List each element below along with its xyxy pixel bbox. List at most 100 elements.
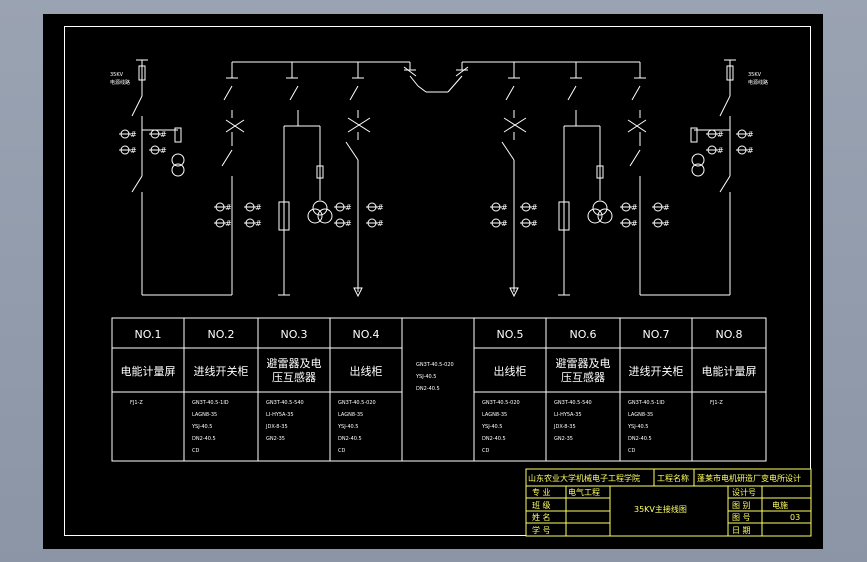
- ct-mark-icon: #: [717, 130, 724, 139]
- equipment-spec: FJ1-Z: [130, 400, 143, 406]
- equipment-spec: DN2-40.5: [628, 436, 652, 442]
- drawing-title: 35KV主接线图: [634, 504, 687, 514]
- right-incoming-breaker: [627, 77, 730, 296]
- equipment-spec: LI-HY5A-35: [266, 412, 294, 418]
- ct-mark-icon: #: [663, 219, 670, 228]
- equipment-spec: GN2-35: [554, 436, 573, 442]
- class-label: 班 级: [532, 500, 551, 510]
- cabinet-number: NO.3: [281, 328, 308, 341]
- design-no-label: 设计号: [732, 487, 756, 497]
- cabinet-name: 压互感器: [561, 371, 605, 384]
- bus-tie-disconnector: [403, 66, 469, 93]
- category-label: 图 别: [732, 501, 751, 510]
- ct-mark-icon: #: [130, 130, 137, 139]
- equipment-spec: LAGN8-35: [628, 412, 653, 418]
- equipment-spec: CD: [628, 448, 635, 454]
- equipment-spec: CD: [338, 448, 345, 454]
- equipment-spec: LAGN8-35: [192, 412, 217, 418]
- busbar: [231, 61, 641, 78]
- equipment-spec: JDX-8-35: [553, 424, 576, 430]
- category-value: 电施: [772, 500, 788, 510]
- ct-mark-icon: #: [747, 146, 754, 155]
- equipment-spec: GN3T-40.5-1ID: [628, 400, 665, 406]
- equipment-spec: FJ1-Z: [710, 400, 723, 406]
- cabinet-name: 进线开关柜: [629, 364, 684, 378]
- cabinet-name: 避雷器及电: [267, 356, 322, 370]
- equipment-spec: DN2-40.5: [416, 386, 440, 392]
- equipment-spec: YSJ-40.5: [191, 424, 212, 430]
- cabinet-name: 压互感器: [272, 371, 316, 384]
- ct-mark-icon: #: [225, 219, 232, 228]
- equipment-spec: YSJ-40.5: [337, 424, 358, 430]
- current-transformer-symbols: # # # # # # # # # # # # # # # # # # # # # # # #: [119, 129, 754, 228]
- ct-mark-icon: #: [747, 130, 754, 139]
- ct-mark-icon: #: [130, 146, 137, 155]
- equipment-spec: GN2-35: [266, 436, 285, 442]
- ct-mark-icon: #: [377, 203, 384, 212]
- cabinet-name: 避雷器及电: [556, 356, 611, 370]
- drawing-no-label: 图 号: [732, 513, 751, 522]
- equipment-spec: GN3T-40.5-020: [338, 400, 376, 406]
- ct-mark-icon: #: [160, 130, 167, 139]
- ct-mark-icon: #: [631, 203, 638, 212]
- project-label: 工程名称: [657, 473, 689, 483]
- cabinet-number: NO.5: [497, 328, 524, 341]
- ct-mark-icon: #: [345, 203, 352, 212]
- equipment-spec: LI-HY5A-35: [554, 412, 582, 418]
- project-name: 蓬莱市电机研造厂变电所设计: [697, 473, 801, 483]
- ct-mark-icon: #: [631, 219, 638, 228]
- cabinet-name: 进线开关柜: [194, 364, 249, 378]
- left-outgoing-feeder: [345, 62, 371, 298]
- equipment-spec: CD: [192, 448, 199, 454]
- left-incoming-voltage: 35KV: [110, 72, 124, 78]
- left-incoming-line: 电源线路: [110, 79, 130, 86]
- equipment-spec: DN2-40.5: [192, 436, 216, 442]
- cabinet-name: 电能计量屏: [702, 364, 757, 378]
- ct-mark-icon: #: [255, 219, 262, 228]
- equipment-spec: CD: [482, 448, 489, 454]
- right-outgoing-feeder: [501, 62, 527, 298]
- ct-mark-icon: #: [160, 146, 167, 155]
- ct-mark-icon: #: [377, 219, 384, 228]
- equipment-spec: GN3T-40.5-1ID: [192, 400, 229, 406]
- equipment-spec: GN3T-40.5-540: [266, 400, 304, 406]
- student-no-label: 学 号: [532, 525, 551, 535]
- major-value: 电气工程: [568, 487, 600, 497]
- equipment-spec: DN2-40.5: [482, 436, 506, 442]
- major-label: 专 业: [532, 487, 551, 497]
- cabinet-number: NO.4: [353, 328, 380, 341]
- ct-mark-icon: #: [345, 219, 352, 228]
- equipment-spec: GN3T-40.5-020: [416, 362, 454, 368]
- cabinet-name: 出线柜: [350, 364, 383, 378]
- school-name: 山东农业大学机械电子工程学院: [528, 473, 640, 483]
- cabinet-name: 电能计量屏: [121, 364, 176, 378]
- equipment-spec: DN2-40.5: [338, 436, 362, 442]
- equipment-spec: GN3T-40.5-020: [482, 400, 520, 406]
- left-incoming-breaker: [221, 77, 245, 295]
- main-wiring-diagram: 35KV 电源线路 35KV 电源线路 # ## ## ## ## ## ## …: [110, 59, 812, 537]
- ct-mark-icon: #: [255, 203, 262, 212]
- ct-mark-icon: #: [531, 219, 538, 228]
- ct-mark-icon: #: [531, 203, 538, 212]
- equipment-spec: LAGN8-35: [338, 412, 363, 418]
- right-incoming-feeder: 35KV 电源线路: [690, 59, 768, 295]
- right-incoming-line: 电源线路: [748, 79, 768, 86]
- title-block: 山东农业大学机械电子工程学院 工程名称 蓬莱市电机研造厂变电所设计 专 业 电气…: [525, 468, 812, 537]
- ct-mark-icon: #: [501, 219, 508, 228]
- right-incoming-voltage: 35KV: [748, 72, 762, 78]
- equipment-table: NO.1 NO.2 NO.3 NO.4 NO.5 NO.6 NO.7 NO.8 电能计量屏 进线开…: [111, 317, 767, 462]
- ct-mark-icon: #: [663, 203, 670, 212]
- equipment-spec: YSJ-40.5: [481, 424, 502, 430]
- equipment-spec: GN3T-40.5-540: [554, 400, 592, 406]
- equipment-spec: JDX-8-35: [265, 424, 288, 430]
- equipment-spec: YSJ-40.5: [415, 374, 436, 380]
- ct-mark-icon: #: [501, 203, 508, 212]
- left-pt-arrester: [278, 62, 333, 296]
- equipment-spec: LAGN8-35: [482, 412, 507, 418]
- ct-mark-icon: #: [717, 146, 724, 155]
- cabinet-name: 出线柜: [494, 364, 527, 378]
- drawing-no-value: 03: [790, 513, 800, 522]
- name-label: 姓 名: [532, 512, 551, 522]
- cabinet-number: NO.1: [135, 328, 162, 341]
- cabinet-number: NO.8: [716, 328, 743, 341]
